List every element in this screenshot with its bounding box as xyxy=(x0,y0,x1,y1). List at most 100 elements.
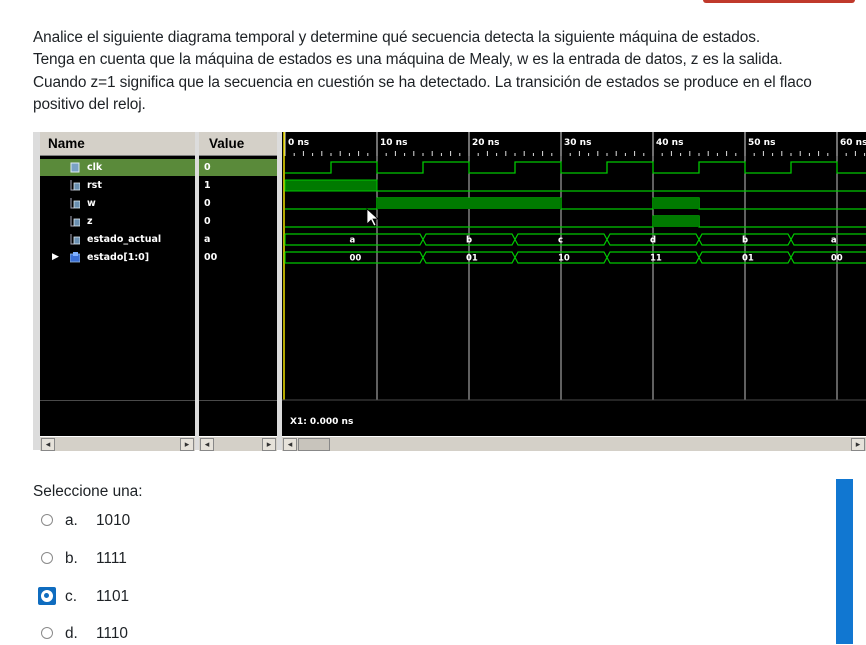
w-high-fill xyxy=(377,198,561,209)
z-high-fill xyxy=(653,216,699,227)
signal-row-rst[interactable]: rst xyxy=(40,177,195,194)
scroll-right-icon[interactable]: ▸ xyxy=(180,438,194,451)
radio-button[interactable] xyxy=(41,514,53,526)
signal-value: 1 xyxy=(204,180,211,191)
signal-row-w[interactable]: w xyxy=(40,195,195,212)
time-tick-label: 50 ns xyxy=(748,138,775,148)
scroll-right-icon[interactable]: ▸ xyxy=(262,438,276,451)
option-text[interactable]: 1110 xyxy=(96,623,128,645)
estado-actual-label: a xyxy=(831,236,837,246)
scroll-left-icon[interactable]: ◂ xyxy=(200,438,214,451)
signal-icon xyxy=(70,216,80,227)
name-column-footer xyxy=(40,400,195,437)
top-accent-bar xyxy=(703,0,855,3)
estado-bus-label: 10 xyxy=(558,254,570,264)
scroll-thumb[interactable] xyxy=(298,438,330,451)
value-column-header[interactable]: Value xyxy=(199,132,277,156)
time-tick-label: 10 ns xyxy=(380,138,407,148)
question-text: Analice el siguiente diagrama temporal y… xyxy=(33,27,858,117)
radio-button-selected[interactable] xyxy=(41,590,53,602)
radio-button[interactable] xyxy=(41,627,53,639)
signal-value: a xyxy=(204,234,211,245)
option-letter: d. xyxy=(65,625,78,642)
expand-arrow-icon[interactable]: ▶ xyxy=(52,249,59,266)
answer-prompt: Seleccione una: xyxy=(33,483,143,500)
waveform-panel[interactable]: 0 ns 10 ns 20 ns 30 ns 40 ns 50 ns 60 ns a b c d b a… xyxy=(282,132,866,450)
signal-name: estado_actual xyxy=(87,234,162,245)
signal-name: z xyxy=(87,216,93,227)
time-tick-label: 60 ns xyxy=(840,138,866,148)
estado-bus-label: 00 xyxy=(831,254,843,264)
value-row-clk: 0 xyxy=(199,159,277,176)
estado-actual-label: a xyxy=(350,236,356,246)
estado-actual-label: b xyxy=(466,236,472,246)
value-row-rst: 1 xyxy=(199,177,277,194)
signal-name: clk xyxy=(87,162,103,173)
signal-icon xyxy=(70,234,80,245)
signal-value: 0 xyxy=(204,162,211,173)
signal-name: rst xyxy=(87,180,102,191)
signal-icon xyxy=(70,198,80,209)
mouse-pointer-icon xyxy=(366,208,380,227)
scroll-left-icon[interactable]: ◂ xyxy=(41,438,55,451)
estado-actual-label: b xyxy=(742,236,748,246)
scroll-right-icon[interactable]: ▸ xyxy=(851,438,865,451)
waveform-viewer: Name clk rst w z estado_actual ▶ estado[… xyxy=(33,132,866,451)
value-row-z: 0 xyxy=(199,213,277,230)
estado-bus-label: 01 xyxy=(742,254,754,264)
signal-value: 00 xyxy=(204,252,218,263)
name-column-header[interactable]: Name xyxy=(40,132,195,156)
bus-icon xyxy=(70,252,80,263)
name-column-scrollbar[interactable]: ◂ ▸ xyxy=(40,436,195,451)
option-letter: c. xyxy=(65,588,77,605)
option-text[interactable]: 1101 xyxy=(96,586,129,608)
estado-bus-label: 11 xyxy=(650,254,662,264)
question-line-3: Cuando z=1 significa que la secuencia en… xyxy=(33,73,812,91)
time-tick-label: 30 ns xyxy=(564,138,591,148)
scroll-left-icon[interactable]: ◂ xyxy=(283,438,297,451)
estado-bus-label: 01 xyxy=(466,254,478,264)
signal-value: 0 xyxy=(204,216,211,227)
w-wave xyxy=(285,197,866,210)
option-text[interactable]: 1010 xyxy=(96,510,130,532)
option-letter: b. xyxy=(65,550,78,567)
signal-icon xyxy=(70,180,80,191)
estado-actual-segment xyxy=(790,233,866,246)
time-tick-label: 20 ns xyxy=(472,138,499,148)
option-letter: a. xyxy=(65,512,78,529)
estado-actual-label: c xyxy=(558,236,563,246)
signal-icon xyxy=(70,162,80,173)
signal-row-estado-actual[interactable]: estado_actual xyxy=(40,231,195,248)
value-row-w: 0 xyxy=(199,195,277,212)
estado-bus-label: 00 xyxy=(350,254,362,264)
radio-focus-ring xyxy=(38,587,56,605)
estado-bus-segment xyxy=(790,251,866,264)
radio-button[interactable] xyxy=(41,552,53,564)
signal-row-estado-bus[interactable]: ▶ estado[1:0] xyxy=(40,249,195,266)
signal-name: estado[1:0] xyxy=(87,252,150,263)
option-text[interactable]: 1111 xyxy=(96,548,127,570)
estado-actual-label: d xyxy=(650,236,656,246)
waveform-scrollbar[interactable]: ◂ ▸ xyxy=(282,436,866,451)
signal-row-z[interactable]: z xyxy=(40,213,195,230)
time-tick-label: 40 ns xyxy=(656,138,683,148)
side-navigation-bar[interactable] xyxy=(836,479,853,644)
question-line-2: Tenga en cuenta que la máquina de estado… xyxy=(33,51,783,69)
value-row-estado-bus: 00 xyxy=(199,249,277,266)
signal-value: 0 xyxy=(204,198,211,209)
signal-name-column: Name clk rst w z estado_actual ▶ estado[… xyxy=(40,132,195,450)
rst-high xyxy=(284,179,378,192)
value-column-scrollbar[interactable]: ◂ ▸ xyxy=(199,436,277,451)
signal-row-clk[interactable]: clk xyxy=(40,159,195,176)
signal-value-column: Value 0 1 0 0 a 00 xyxy=(199,132,277,450)
signal-name: w xyxy=(87,198,96,209)
question-line-4: positivo del reloj. xyxy=(33,96,146,114)
value-row-estado-actual: a xyxy=(199,231,277,248)
w-high-fill xyxy=(653,198,699,209)
cursor-readout: X1: 0.000 ns xyxy=(290,417,353,427)
clk-wave xyxy=(285,161,866,174)
waveform-canvas[interactable]: 0 ns 10 ns 20 ns 30 ns 40 ns 50 ns 60 ns a b c d b a… xyxy=(282,132,866,436)
question-line-1: Analice el siguiente diagrama temporal y… xyxy=(33,29,760,46)
value-column-footer xyxy=(199,400,277,437)
time-tick-label: 0 ns xyxy=(288,138,309,148)
